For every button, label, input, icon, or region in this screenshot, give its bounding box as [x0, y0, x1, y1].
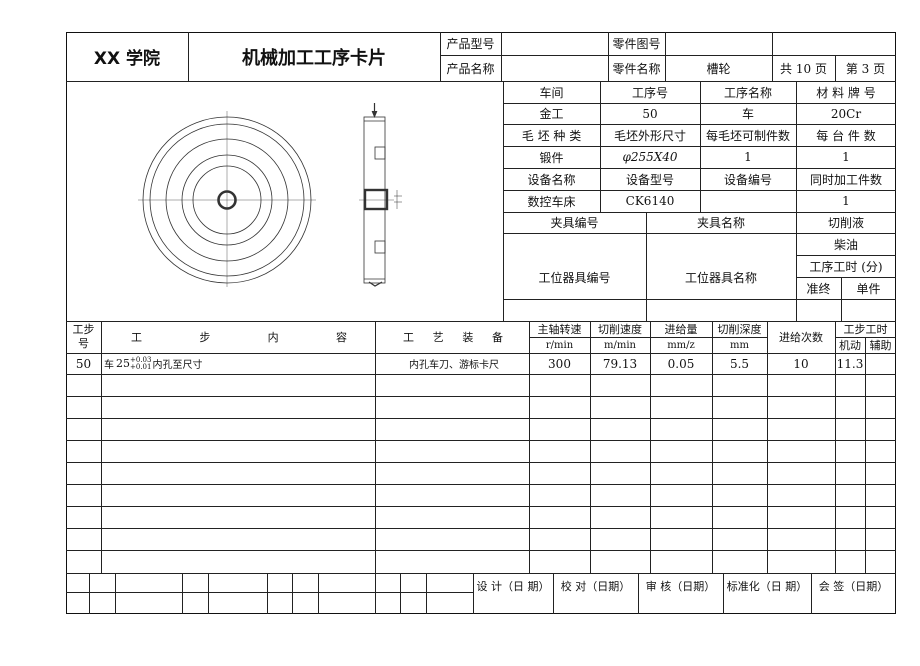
per-blank-label: 每毛坯可制件数 [705, 128, 790, 143]
prep-time-label: 准终 [806, 281, 831, 296]
coolant-value: 柴油 [833, 237, 858, 252]
per-unit-label: 每 台 件 数 [816, 128, 876, 143]
machine-time-value: 11.3 [836, 356, 864, 371]
material-value: 20Cr [830, 106, 862, 121]
step-no: 50 [75, 356, 92, 371]
total-pages: 共 10 页 [780, 61, 827, 76]
simul-label: 同时加工件数 [809, 172, 882, 187]
blank-type-label: 毛 坯 种 类 [521, 128, 582, 143]
aux-time-header: 辅助 [869, 339, 892, 352]
blank-type-value: 锻件 [539, 150, 564, 165]
design-date-label: 设 计（日 期） [476, 580, 550, 593]
step-no-header: 工步号 [72, 323, 95, 350]
school-name: XX 学院 [93, 49, 161, 69]
card-title: 机械加工工序卡片 [242, 47, 386, 69]
fixture-no-label: 夹具编号 [550, 216, 599, 230]
op-name-label: 工序名称 [723, 85, 772, 100]
sign-date-label: 会 签（日期） [818, 580, 889, 593]
op-time-label: 工序工时 (分) [809, 259, 883, 274]
op-no-value: 50 [642, 106, 658, 121]
workshop-value: 金工 [539, 107, 564, 121]
equip-name-value: 数控车床 [527, 194, 576, 209]
standard-date-label: 标准化（日 期） [726, 580, 808, 593]
op-no-label: 工序号 [631, 85, 668, 100]
part-drawing [138, 103, 402, 287]
aux-time-value [865, 353, 896, 374]
spindle-value: 300 [548, 356, 571, 371]
depth-unit: mm [730, 339, 749, 351]
equip-name-label: 设备名称 [527, 172, 576, 187]
section-view [359, 103, 402, 287]
tool-name-label: 工位器具名称 [684, 270, 757, 285]
part-name-value: 槽轮 [706, 61, 731, 76]
equipment-header: 工 艺 装 备 [403, 331, 503, 344]
part-drawing-label: 零件图号 [612, 37, 661, 51]
step-equipment: 内孔车刀、游标卡尺 [409, 360, 499, 371]
feed-unit: mm/z [667, 339, 695, 351]
equip-model-label: 设备型号 [625, 172, 674, 187]
speed-value: 79.13 [602, 356, 638, 371]
workshop-label: 车间 [539, 85, 564, 100]
blank-size-label: 毛坯外形尺寸 [613, 128, 686, 143]
material-label: 材 料 牌 号 [816, 85, 876, 100]
equip-no-value [700, 190, 796, 212]
product-model-label: 产品型号 [446, 37, 495, 51]
part-name-label: 零件名称 [612, 61, 661, 76]
step-time-header: 工步工时 [843, 323, 888, 336]
fixture-name-label: 夹具名称 [696, 216, 745, 230]
machine-time-header: 机动 [839, 339, 861, 352]
tool-no-label: 工位器具编号 [538, 270, 611, 285]
passes-header: 进给次数 [779, 331, 823, 344]
blank-size-value: φ255X40 [622, 150, 678, 164]
speed-header: 切削速度 [598, 323, 642, 336]
passes-value: 10 [793, 356, 809, 371]
per-blank-value: 1 [744, 150, 752, 164]
step-content-header: 工 步 内 容 [131, 331, 347, 344]
coolant-label: 切削液 [827, 216, 864, 230]
feed-header: 进给量 [664, 323, 698, 336]
op-name-value: 车 [741, 107, 754, 121]
simul-value: 1 [842, 194, 850, 208]
equip-model-value: CK6140 [625, 194, 675, 208]
spindle-unit: r/min [545, 339, 574, 351]
review-date-label: 审 核（日期） [645, 580, 716, 593]
spindle-header: 主轴转速 [537, 323, 582, 336]
depth-header: 切削深度 [717, 323, 762, 336]
unit-time-label: 单件 [856, 281, 881, 296]
feed-value: 0.05 [667, 356, 695, 371]
depth-value: 5.5 [729, 356, 750, 371]
speed-unit: m/min [604, 339, 636, 351]
per-unit-value: 1 [842, 150, 850, 164]
equip-no-label: 设备编号 [723, 172, 772, 187]
front-view [138, 111, 316, 287]
step-content: 车 25 +0.03 +0.01 内孔至尺寸 [104, 355, 203, 371]
product-name-label: 产品名称 [446, 61, 495, 76]
page-number: 第 3 页 [845, 61, 886, 76]
check-date-label: 校 对（日期） [560, 580, 631, 593]
